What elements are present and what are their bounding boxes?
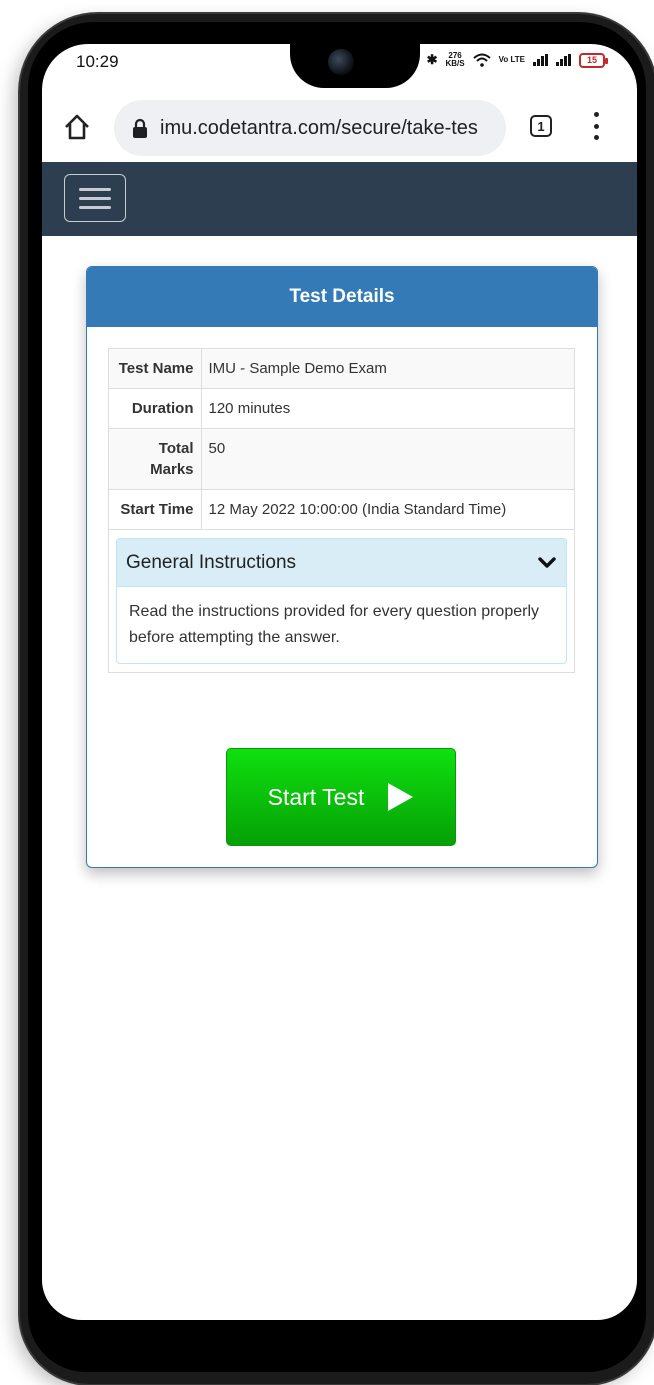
signal-icon (533, 54, 548, 66)
lock-icon[interactable] (132, 118, 148, 138)
status-icons: ▯ ✱ 276 KB/S Vo LTE 15 (411, 52, 608, 68)
address-bar[interactable]: imu.codetantra.com/secure/take-tes (114, 100, 506, 156)
details-table: Test Name IMU - Sample Demo Exam Duratio… (109, 349, 574, 530)
table-row: Start Time 12 May 2022 10:00:00 (India S… (109, 489, 574, 530)
instructions-body: Read the instructions provided for every… (129, 603, 539, 646)
row-value: 50 (201, 428, 574, 490)
table-row: Total Marks 50 (109, 428, 574, 490)
row-value: IMU - Sample Demo Exam (201, 349, 574, 389)
bluetooth-icon: ✱ (426, 52, 438, 67)
row-label: Start Time (109, 489, 202, 530)
row-label: Total Marks (109, 428, 202, 490)
details-panel: Test Name IMU - Sample Demo Exam Duratio… (108, 348, 575, 673)
start-test-label: Start Test (267, 783, 365, 810)
test-details-card: Test Details Test Name IMU - Sample Demo… (86, 266, 598, 868)
start-test-button[interactable]: Start Test (226, 748, 456, 846)
signal-roaming-icon (556, 54, 571, 66)
phone-screen: 10:29 ▯ ✱ 276 KB/S Vo LTE 15 (42, 44, 637, 1320)
browser-menu-icon[interactable] (592, 112, 600, 140)
browser-toolbar: imu.codetantra.com/secure/take-tes 1 (42, 92, 637, 162)
card-title: Test Details (87, 267, 597, 327)
url-text[interactable]: imu.codetantra.com/secure/take-tes (160, 117, 500, 140)
wifi-icon (472, 53, 491, 67)
row-label: Duration (109, 388, 202, 429)
row-value: 120 minutes (201, 388, 574, 429)
hamburger-menu-button[interactable] (64, 174, 126, 222)
chevron-down-icon[interactable] (538, 556, 556, 570)
home-icon[interactable] (62, 112, 92, 142)
instructions-title: General Instructions (126, 551, 297, 573)
tab-switcher-button[interactable]: 1 (530, 115, 552, 137)
network-speed: 276 KB/S (446, 52, 465, 68)
phone-notch (290, 44, 420, 88)
row-label: Test Name (109, 349, 202, 389)
instructions-toggle[interactable]: General Instructions (117, 539, 566, 587)
volte-icon: Vo LTE (498, 55, 525, 64)
table-row: Test Name IMU - Sample Demo Exam (109, 349, 574, 389)
instructions-panel: General Instructions Read the instructio… (116, 538, 567, 664)
row-value: 12 May 2022 10:00:00 (India Standard Tim… (201, 489, 574, 530)
instructions-wrapper: General Instructions Read the instructio… (109, 530, 574, 672)
network-speed-unit: KB/S (445, 59, 465, 68)
front-camera (328, 49, 354, 75)
battery-icon: 15 (579, 52, 608, 68)
site-navbar (42, 162, 637, 236)
play-icon (388, 783, 414, 811)
status-time: 10:29 (76, 52, 119, 71)
table-row: Duration 120 minutes (109, 388, 574, 429)
